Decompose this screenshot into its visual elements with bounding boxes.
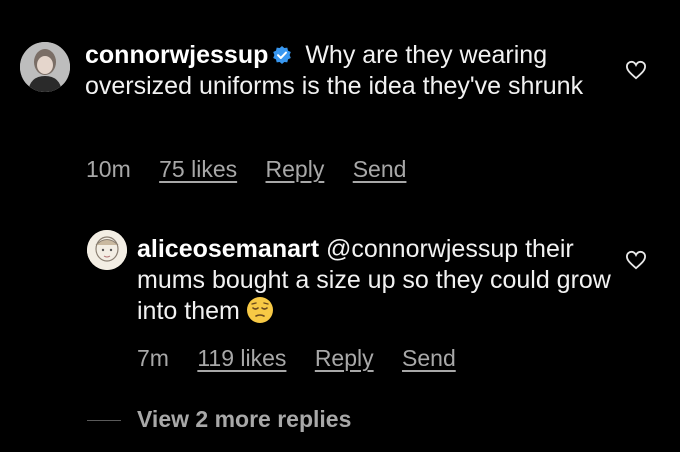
avatar[interactable] (87, 230, 127, 270)
comment-meta: 10m 75 likes Reply Send (86, 156, 428, 183)
username[interactable]: connorwjessup (85, 41, 268, 69)
likes-link[interactable]: 75 likes (159, 156, 237, 182)
divider-line (87, 420, 121, 421)
heart-icon[interactable] (625, 60, 647, 80)
comment-text: connorwjessup Why are they wearing overs… (85, 40, 605, 102)
comment-meta: 7m 119 likes Reply Send (137, 345, 478, 372)
mention-link[interactable]: @connorwjessup (326, 235, 518, 263)
avatar[interactable] (20, 42, 70, 92)
heart-icon[interactable] (625, 250, 647, 270)
send-button[interactable]: Send (353, 156, 407, 182)
pensive-face-icon (246, 297, 273, 323)
timestamp: 10m (86, 156, 131, 182)
timestamp: 7m (137, 345, 169, 371)
reply-button[interactable]: Reply (315, 345, 374, 371)
send-button[interactable]: Send (402, 345, 456, 371)
likes-link[interactable]: 119 likes (197, 345, 286, 371)
comment-text: aliceosemanart @connorwjessup their mums… (137, 234, 617, 327)
reply-button[interactable]: Reply (266, 156, 325, 182)
verified-badge-icon (273, 46, 292, 64)
username[interactable]: aliceosemanart (137, 235, 319, 263)
view-more-replies-button[interactable]: View 2 more replies (137, 406, 351, 433)
